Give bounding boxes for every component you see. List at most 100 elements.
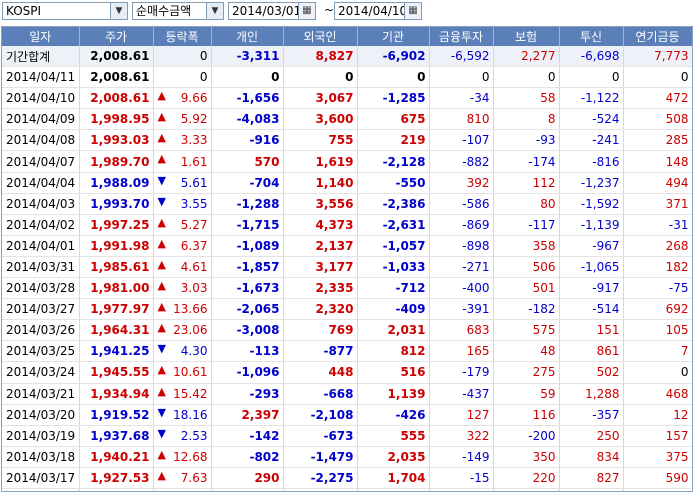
col-individual-header[interactable]: 개인 [211, 27, 284, 46]
table-row[interactable]: 2014/03/26 1,964.31 ▲ 23.06 -3,008 769 2,031 68… [2, 319, 692, 342]
table-row[interactable]: 2014/03/20 1,919.52 ▼ 18.16 2,397 -2,108 -426 1… [2, 404, 692, 426]
col-price-header[interactable]: 주가 [79, 27, 154, 46]
col-insurance-header[interactable]: 보험 [493, 27, 560, 46]
pension-cell-value: 692 [665, 302, 689, 317]
date-to-field[interactable]: 2014/04/10 ▦ [334, 2, 422, 20]
insurance-cell-value: 58 [540, 91, 556, 106]
col-change-header[interactable]: 등락폭 [153, 27, 212, 46]
investment-trust-cell-value: 834 [596, 449, 620, 464]
table-row[interactable]: 2014/04/04 1,988.09 ▼ 5.61 -704 1,140 -550 392 1… [2, 172, 692, 194]
col-pension-header[interactable]: 연기금등 [623, 27, 692, 46]
down-triangle-icon: ▼ [157, 405, 166, 419]
pension-cell: 7,773 [623, 46, 692, 68]
price-cell: 1,981.00 [79, 277, 154, 300]
investor-trading-grid[interactable]: 일자 주가 등락폭 개인 외국인 기관 금융투자 보험 투신 연기금등 기간합계 2,008.61 0… [1, 26, 693, 492]
financial-investment-cell: 810 [429, 108, 494, 131]
individual-cell-value: -293 [249, 386, 280, 401]
individual-cell: 290 [211, 467, 284, 489]
calendar-icon[interactable]: ▦ [404, 3, 421, 19]
individual-cell: -916 [211, 129, 284, 152]
insurance-cell: 506 [493, 256, 560, 279]
insurance-cell-value: -200 [528, 428, 556, 443]
change-cell: ▲ 3.03 [153, 277, 212, 300]
individual-cell-value: -3,311 [236, 49, 280, 64]
table-row[interactable]: 2014/04/11 2,008.61 0 0 0 0 0 0 0 0 [2, 66, 692, 89]
change-cell: ▲ 10.61 [153, 361, 212, 384]
col-date-header[interactable]: 일자 [2, 27, 80, 46]
date-cell: 2014/03/25 [2, 340, 80, 363]
date-cell: 2014/04/01 [2, 235, 80, 257]
change-cell: ▲ 6.37 [153, 235, 212, 257]
price-cell-value: 1,989.70 [90, 154, 150, 169]
financial-investment-cell: -898 [429, 235, 494, 257]
financial-investment-cell-value: -400 [462, 281, 490, 296]
individual-cell-value: -142 [249, 428, 280, 443]
date-cell-value: 2014/04/02 [6, 217, 76, 232]
index-select[interactable]: KOSPI ▼ [2, 2, 128, 20]
insurance-cell: 8 [493, 108, 560, 131]
pension-cell: -31 [623, 214, 692, 236]
foreign-cell-value: 3,177 [315, 259, 354, 274]
individual-cell: -1,096 [211, 361, 284, 384]
individual-cell-value: -916 [249, 133, 280, 148]
table-row[interactable]: 2014/03/31 1,985.61 ▲ 4.61 -1,857 3,177 -1,033… [2, 256, 692, 279]
insurance-cell-value: 116 [532, 407, 556, 422]
investment-trust-cell: 0 [559, 66, 624, 89]
table-row[interactable]: 2014/04/03 1,993.70 ▼ 3.55 -1,288 3,556 -2,386… [2, 193, 692, 215]
table-row[interactable]: 2014/04/09 1,998.95 ▲ 5.92 -4,083 3,600 675 810… [2, 108, 692, 131]
pension-cell-value: 508 [665, 112, 689, 127]
financial-investment-cell: -882 [429, 150, 494, 173]
col-financial-investment-header[interactable]: 금융투자 [429, 27, 494, 46]
table-row[interactable]: 2014/03/24 1,945.55 ▲ 10.61 -1,096 448 516 -179… [2, 361, 692, 384]
col-investment-trust-header[interactable]: 투신 [559, 27, 624, 46]
individual-cell-value: 290 [254, 470, 280, 485]
change-cell-value: 3.03 [180, 281, 208, 296]
table-row[interactable]: 2014/03/28 1,981.00 ▲ 3.03 -1,673 2,335 -712 -4… [2, 277, 692, 300]
investment-trust-cell-value: -816 [592, 154, 620, 169]
table-row[interactable]: 2014/03/21 1,934.94 ▲ 15.42 -293 -668 1,139 -43… [2, 383, 692, 405]
date-cell-value: 2014/03/27 [6, 302, 76, 317]
date-cell: 2014/03/27 [2, 298, 80, 321]
financial-investment-cell: -15 [429, 467, 494, 489]
change-cell: ▼ 2.53 [153, 425, 212, 447]
table-row[interactable]: 2014/04/07 1,989.70 ▲ 1.61 570 1,619 -2,128 -88… [2, 150, 692, 173]
institution-cell: 2,264 [357, 488, 430, 491]
table-row[interactable]: 기간합계 2,008.61 0 -3,311 8,827 -6,902 -6,592 2,27… [2, 46, 692, 68]
chevron-down-icon[interactable]: ▼ [206, 3, 223, 19]
price-cell-value: 1,988.09 [90, 175, 150, 190]
chevron-down-icon[interactable]: ▼ [110, 3, 127, 19]
table-row[interactable]: 2014/04/01 1,991.98 ▲ 6.37 -1,089 2,137 -1,057… [2, 235, 692, 257]
pension-cell-value: 494 [665, 175, 689, 190]
date-cell-value: 2014/04/08 [6, 133, 76, 148]
col-foreign-header[interactable]: 외국인 [283, 27, 358, 46]
table-row[interactable]: 2014/04/02 1,997.25 ▲ 5.27 -1,715 4,373 -2,631… [2, 214, 692, 236]
table-row[interactable]: 2014/03/18 1,940.21 ▲ 12.68 -802 -1,479 2,035 -… [2, 446, 692, 468]
individual-cell: -142 [211, 425, 284, 447]
table-row[interactable]: 2014/03/19 1,937.68 ▼ 2.53 -142 -673 555 322 -20… [2, 425, 692, 447]
table-row[interactable]: 2014/03/25 1,941.25 ▼ 4.30 -113 -877 812 165 48 8… [2, 340, 692, 363]
foreign-cell-value: 448 [328, 365, 354, 380]
investment-trust-cell: -6,698 [559, 46, 624, 68]
financial-investment-cell-value: 322 [466, 428, 490, 443]
individual-cell: -1,656 [211, 87, 284, 110]
investment-trust-cell-value: 861 [596, 344, 620, 359]
change-cell-value: 23.06 [173, 323, 208, 338]
table-row[interactable]: 2014/03/27 1,977.97 ▲ 13.66 -2,065 2,320 -409 -… [2, 298, 692, 321]
table-row[interactable]: 2014/04/10 2,008.61 ▲ 9.66 -1,656 3,067 -1,285… [2, 87, 692, 110]
metric-select[interactable]: 순매수금액 ▼ [132, 2, 224, 20]
table-row[interactable]: 2014/03/17 1,927.53 ▲ 7.63 290 -2,275 1,704 -15… [2, 467, 692, 489]
table-row[interactable]: 2014/03/141,919.90▼14.482,275-4,7642,264… [2, 488, 692, 491]
insurance-cell: -200 [493, 425, 560, 447]
col-institution-header[interactable]: 기관 [357, 27, 430, 46]
pension-cell: 375 [623, 446, 692, 468]
pension-cell: 494 [623, 172, 692, 194]
calendar-icon[interactable]: ▦ [298, 3, 315, 19]
change-cell: ▲ 13.66 [153, 298, 212, 321]
foreign-cell: 2,320 [283, 298, 358, 321]
index-select-value: KOSPI [6, 4, 42, 18]
price-cell: 1,937.68 [79, 425, 154, 447]
table-row[interactable]: 2014/04/08 1,993.03 ▲ 3.33 -916 755 219 -107 -93… [2, 129, 692, 152]
date-cell-value: 2014/03/17 [6, 470, 76, 485]
pension-cell-value: 105 [665, 323, 689, 338]
date-from-field[interactable]: 2014/03/01 ▦ [228, 2, 316, 20]
